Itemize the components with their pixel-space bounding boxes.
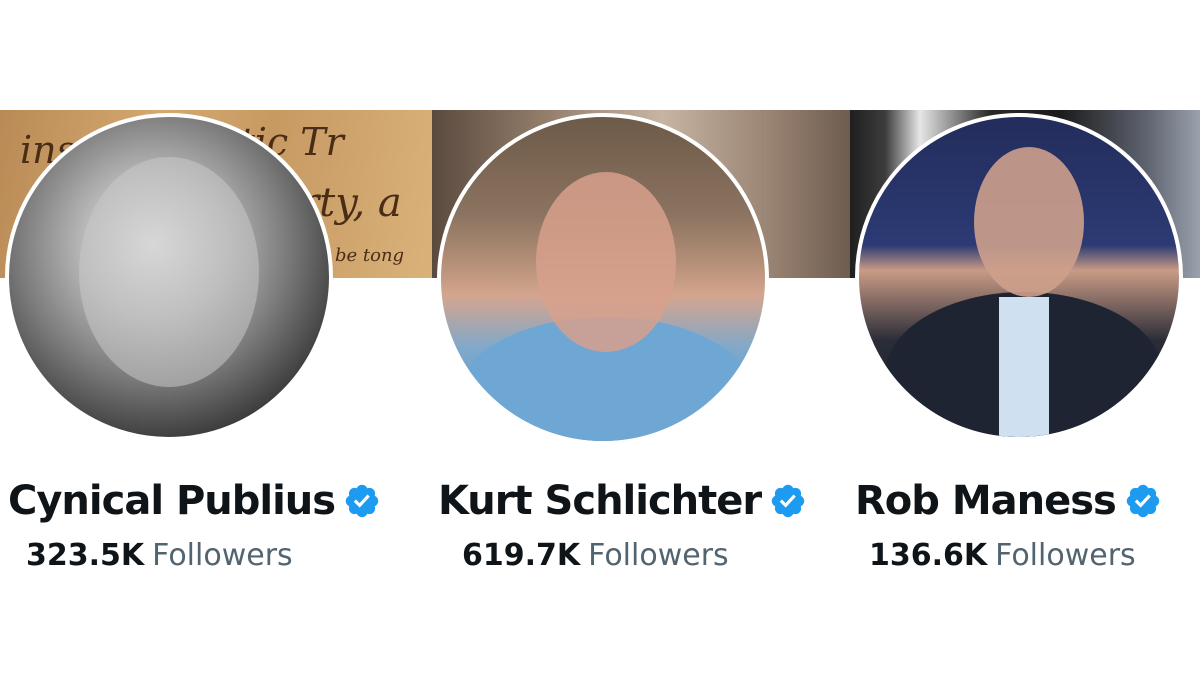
- display-name[interactable]: Kurt Schlichter: [438, 478, 762, 524]
- verified-badge-icon: [345, 484, 379, 518]
- avatar-rob-maness[interactable]: [855, 113, 1183, 441]
- profile-card-cynical-publius: Cynical Publius 323.5K Followers: [8, 478, 381, 573]
- avatar-kurt-schlichter[interactable]: [437, 113, 769, 445]
- followers-link[interactable]: 136.6K Followers: [869, 538, 1162, 573]
- followers-label: Followers: [588, 538, 729, 573]
- avatar-cynical-publius[interactable]: [5, 113, 333, 441]
- followers-count: 136.6K: [869, 538, 988, 573]
- followers-label: Followers: [995, 538, 1136, 573]
- followers-count: 323.5K: [26, 538, 145, 573]
- verified-badge-icon: [771, 484, 805, 518]
- profile-card-rob-maness: Rob Maness 136.6K Followers: [855, 478, 1162, 573]
- display-name[interactable]: Cynical Publius: [8, 478, 336, 524]
- verified-badge-icon: [1126, 484, 1160, 518]
- followers-link[interactable]: 619.7K Followers: [462, 538, 807, 573]
- followers-label: Followers: [152, 538, 293, 573]
- profile-card-kurt-schlichter: Kurt Schlichter 619.7K Followers: [438, 478, 807, 573]
- followers-count: 619.7K: [462, 538, 581, 573]
- display-name[interactable]: Rob Maness: [855, 478, 1117, 524]
- followers-link[interactable]: 323.5K Followers: [26, 538, 381, 573]
